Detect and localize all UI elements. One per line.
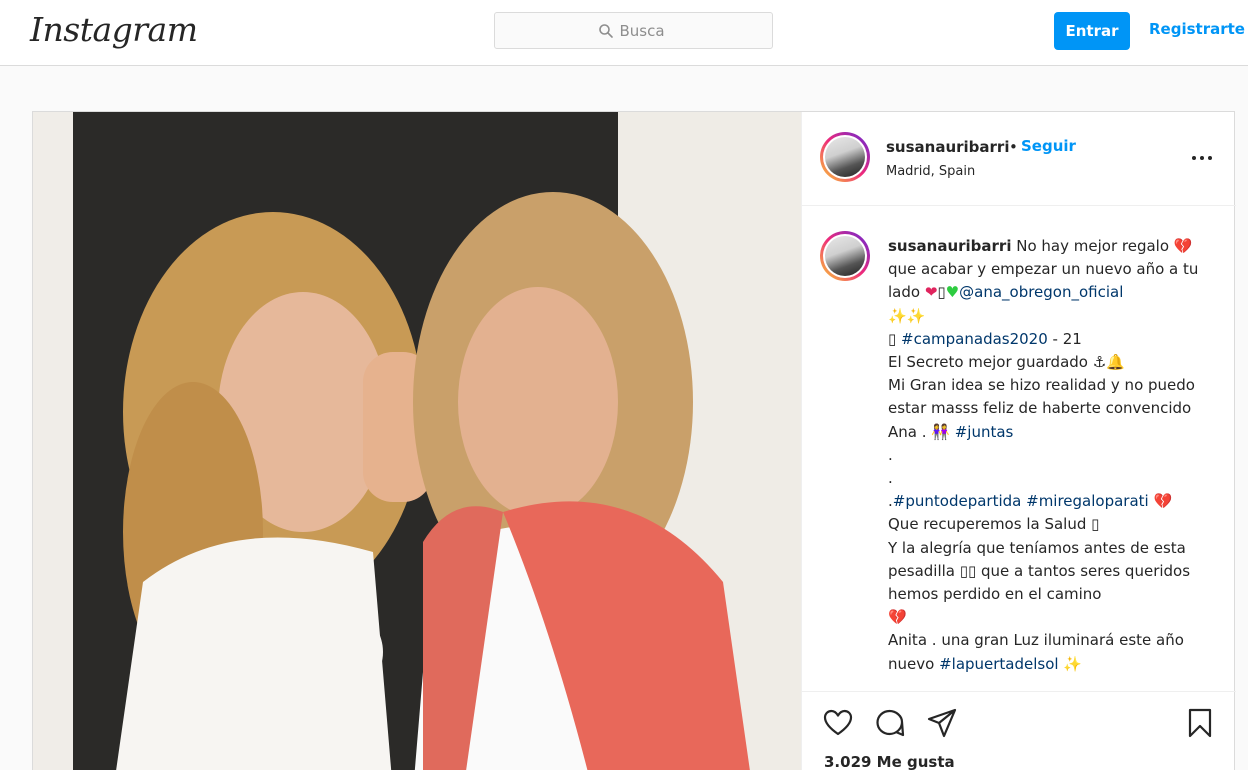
heart-icon[interactable] [822, 707, 854, 739]
mention-link[interactable]: @ana_obregon_oficial [959, 283, 1123, 301]
caption-line: . [888, 469, 893, 488]
search-input[interactable] [619, 21, 670, 40]
caption-line: Que recuperemos la Salud [888, 515, 1092, 534]
hashtag-link[interactable]: #puntodepartida [893, 492, 1022, 510]
post-card: susanauribarri • Seguir Madrid, Spain su… [32, 111, 1236, 770]
search-box[interactable] [494, 12, 773, 49]
likes-count[interactable]: 3.029 Me gusta [824, 753, 955, 770]
green-heart-icon: ♥ [945, 283, 960, 302]
sparkles-icon: ✨ [1063, 654, 1083, 673]
broken-heart-icon: 💔 [1173, 237, 1193, 255]
post-photo[interactable] [33, 112, 801, 770]
more-options-icon[interactable] [1191, 154, 1213, 162]
login-button[interactable]: Entrar [1054, 12, 1130, 50]
sparkles-icon: ✨✨ [888, 306, 926, 325]
red-heart-icon: ❤ [924, 283, 938, 302]
post-photo-illustration [33, 112, 801, 770]
hashtag-link[interactable]: #miregaloparati [1026, 492, 1149, 510]
hashtag-link[interactable]: #lapuertadelsol [939, 655, 1059, 673]
comment-icon[interactable] [874, 707, 906, 739]
broken-heart-icon: 💔 [888, 608, 907, 627]
instagram-logo[interactable]: Instagram [30, 10, 198, 49]
anchor-icon: ⚓ [1092, 353, 1107, 372]
broken-heart-icon: 💔 [1153, 492, 1173, 511]
post-actions: 3.029 Me gusta [802, 691, 1236, 770]
follow-button[interactable]: Seguir [1021, 137, 1076, 155]
top-navigation-bar: Instagram Entrar Registrarte [0, 0, 1248, 66]
signup-link[interactable]: Registrarte [1149, 20, 1245, 38]
paper-plane-icon[interactable] [926, 707, 958, 739]
missing-glyph-icon: ▯ [937, 283, 946, 302]
post-caption: susanauribarri No hay mejor regalo 💔 que… [802, 207, 1236, 691]
post-header: susanauribarri • Seguir Madrid, Spain [802, 112, 1236, 206]
caption-avatar[interactable] [820, 231, 870, 281]
missing-glyph-icon: ▯ [888, 329, 902, 348]
post-sidebar: susanauribarri • Seguir Madrid, Spain su… [801, 112, 1236, 770]
caption-line: El Secreto mejor guardado [888, 353, 1093, 372]
bookmark-icon[interactable] [1184, 707, 1216, 739]
author-username[interactable]: susanauribarri [886, 138, 1009, 156]
post-location[interactable]: Madrid, Spain [886, 164, 975, 179]
caption-line: - 21 [1047, 329, 1082, 348]
caption-username[interactable]: susanauribarri [888, 237, 1011, 255]
bell-icon: 🔔 [1106, 353, 1125, 372]
hashtag-link[interactable]: #campanadas2020 [901, 330, 1048, 348]
women-icon: 👭 [931, 422, 955, 441]
author-avatar[interactable] [820, 132, 870, 182]
caption-line: . [888, 445, 893, 464]
separator-dot: • [1009, 138, 1018, 156]
missing-glyph-icon: ▯▯ [959, 561, 977, 580]
hashtag-link[interactable]: #juntas [955, 423, 1014, 441]
caption-text: susanauribarri No hay mejor regalo 💔 que… [888, 235, 1208, 676]
missing-glyph-icon: ▯ [1091, 515, 1100, 534]
search-icon [598, 23, 613, 38]
caption-line: No hay mejor regalo [1011, 237, 1174, 255]
